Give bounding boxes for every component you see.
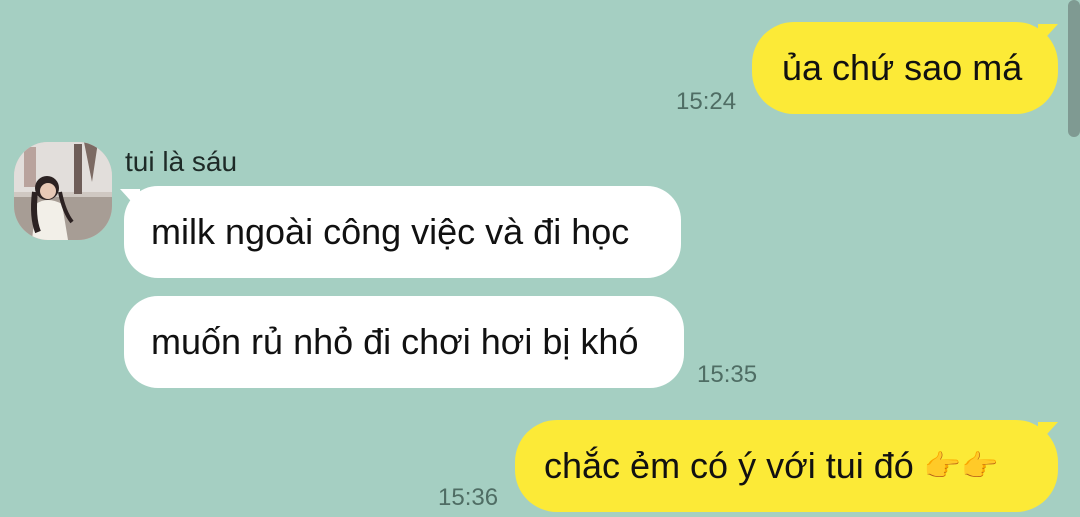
outgoing-message[interactable]: chắc ẻm có ý với tui đó 👉👉 [515,420,1058,512]
pointing-hands-icon: 👉👉 [923,448,999,484]
incoming-message[interactable]: muốn rủ nhỏ đi chơi hơi bị khó [124,296,684,388]
message-text: ủa chứ sao má [782,47,1023,88]
outgoing-message[interactable]: ủa chứ sao má [752,22,1058,114]
message-text: milk ngoài công việc và đi học [151,211,630,252]
incoming-message[interactable]: milk ngoài công việc và đi học [124,186,681,278]
scrollbar[interactable] [1068,0,1080,137]
message-time: 15:36 [438,484,499,511]
chat-window: 15:24 ủa chứ sao má tui là sáu milk ngoà… [0,0,1080,517]
contact-avatar[interactable] [14,142,112,240]
message-time: 15:35 [697,361,758,388]
avatar-photo-icon [14,142,112,240]
message-text: muốn rủ nhỏ đi chơi hơi bị khó [151,321,639,362]
message-time: 15:24 [676,88,737,115]
message-text: chắc ẻm có ý với tui đó [544,445,914,486]
contact-name: tui là sáu [125,146,238,177]
